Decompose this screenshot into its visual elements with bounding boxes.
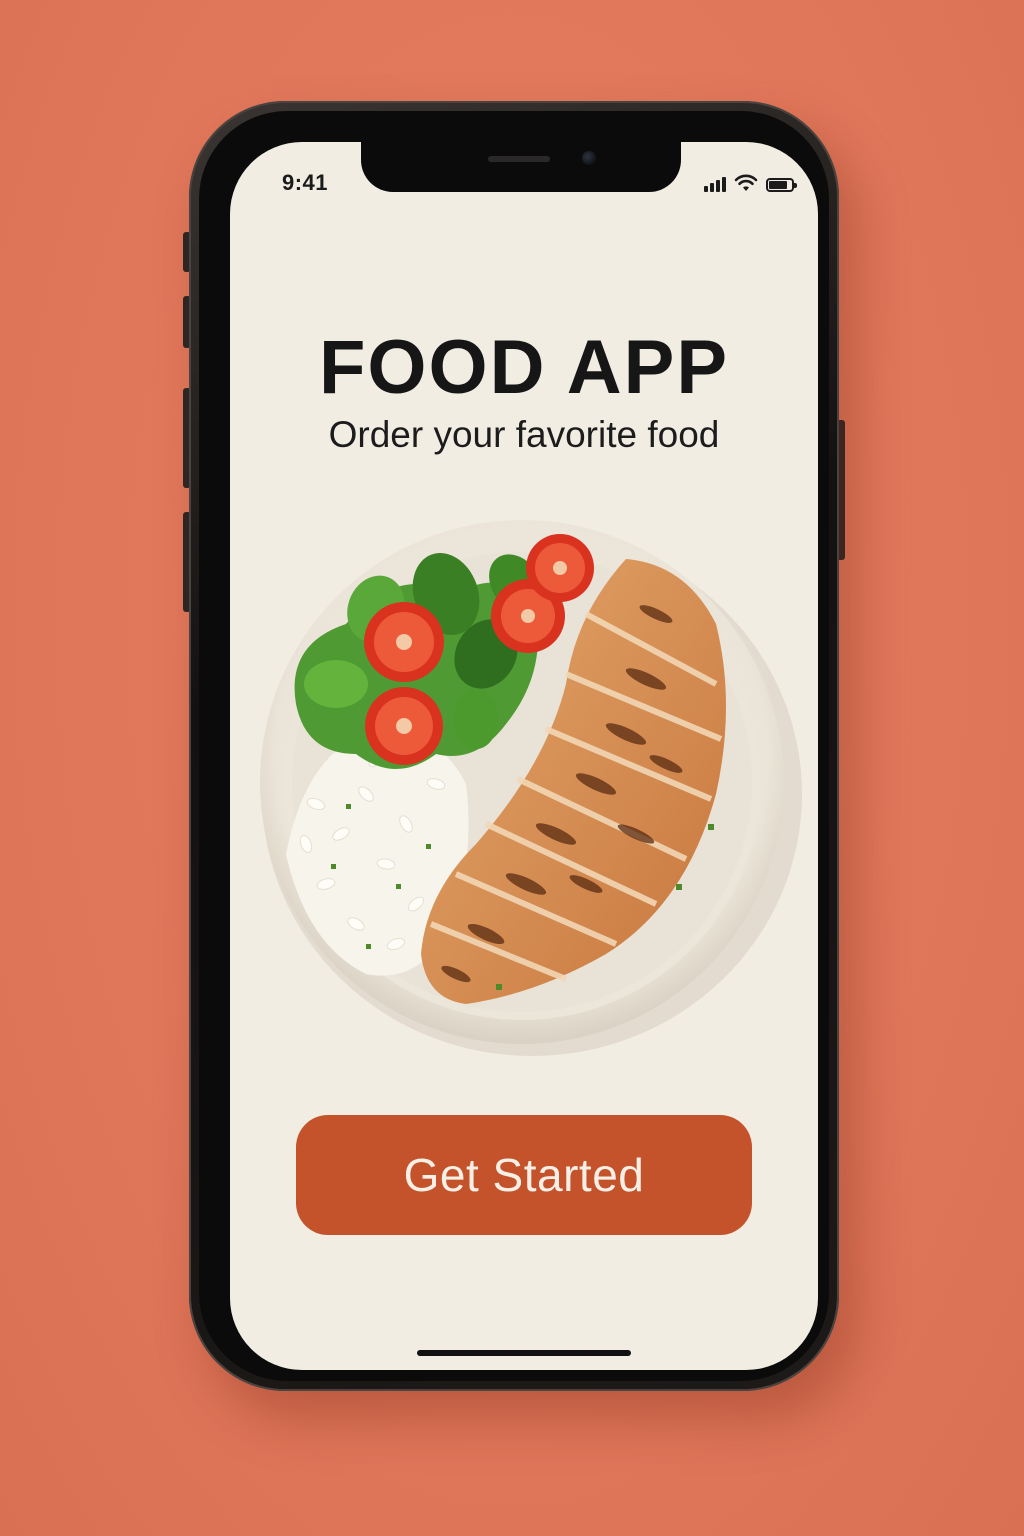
phone-frame: 9:41 FOOD APP Order your favorite food G… (189, 101, 839, 1391)
signal-icon (704, 176, 726, 192)
battery-icon (766, 178, 797, 192)
wifi-icon (734, 174, 758, 191)
food-bowl-image (260, 520, 802, 1056)
get-started-button[interactable]: Get Started (296, 1115, 752, 1235)
speaker-grille (488, 156, 550, 162)
phone-screen: 9:41 FOOD APP Order your favorite food G… (230, 142, 818, 1370)
front-camera (582, 151, 596, 165)
notch (361, 142, 681, 192)
home-indicator[interactable] (417, 1350, 631, 1356)
status-icons (704, 172, 797, 192)
phone-bezel: 9:41 FOOD APP Order your favorite food G… (199, 111, 829, 1381)
app-subtitle: Order your favorite food (328, 414, 720, 455)
battery-level (769, 181, 787, 189)
status-time: 9:41 (282, 170, 329, 195)
app-title: FOOD APP (318, 325, 730, 410)
